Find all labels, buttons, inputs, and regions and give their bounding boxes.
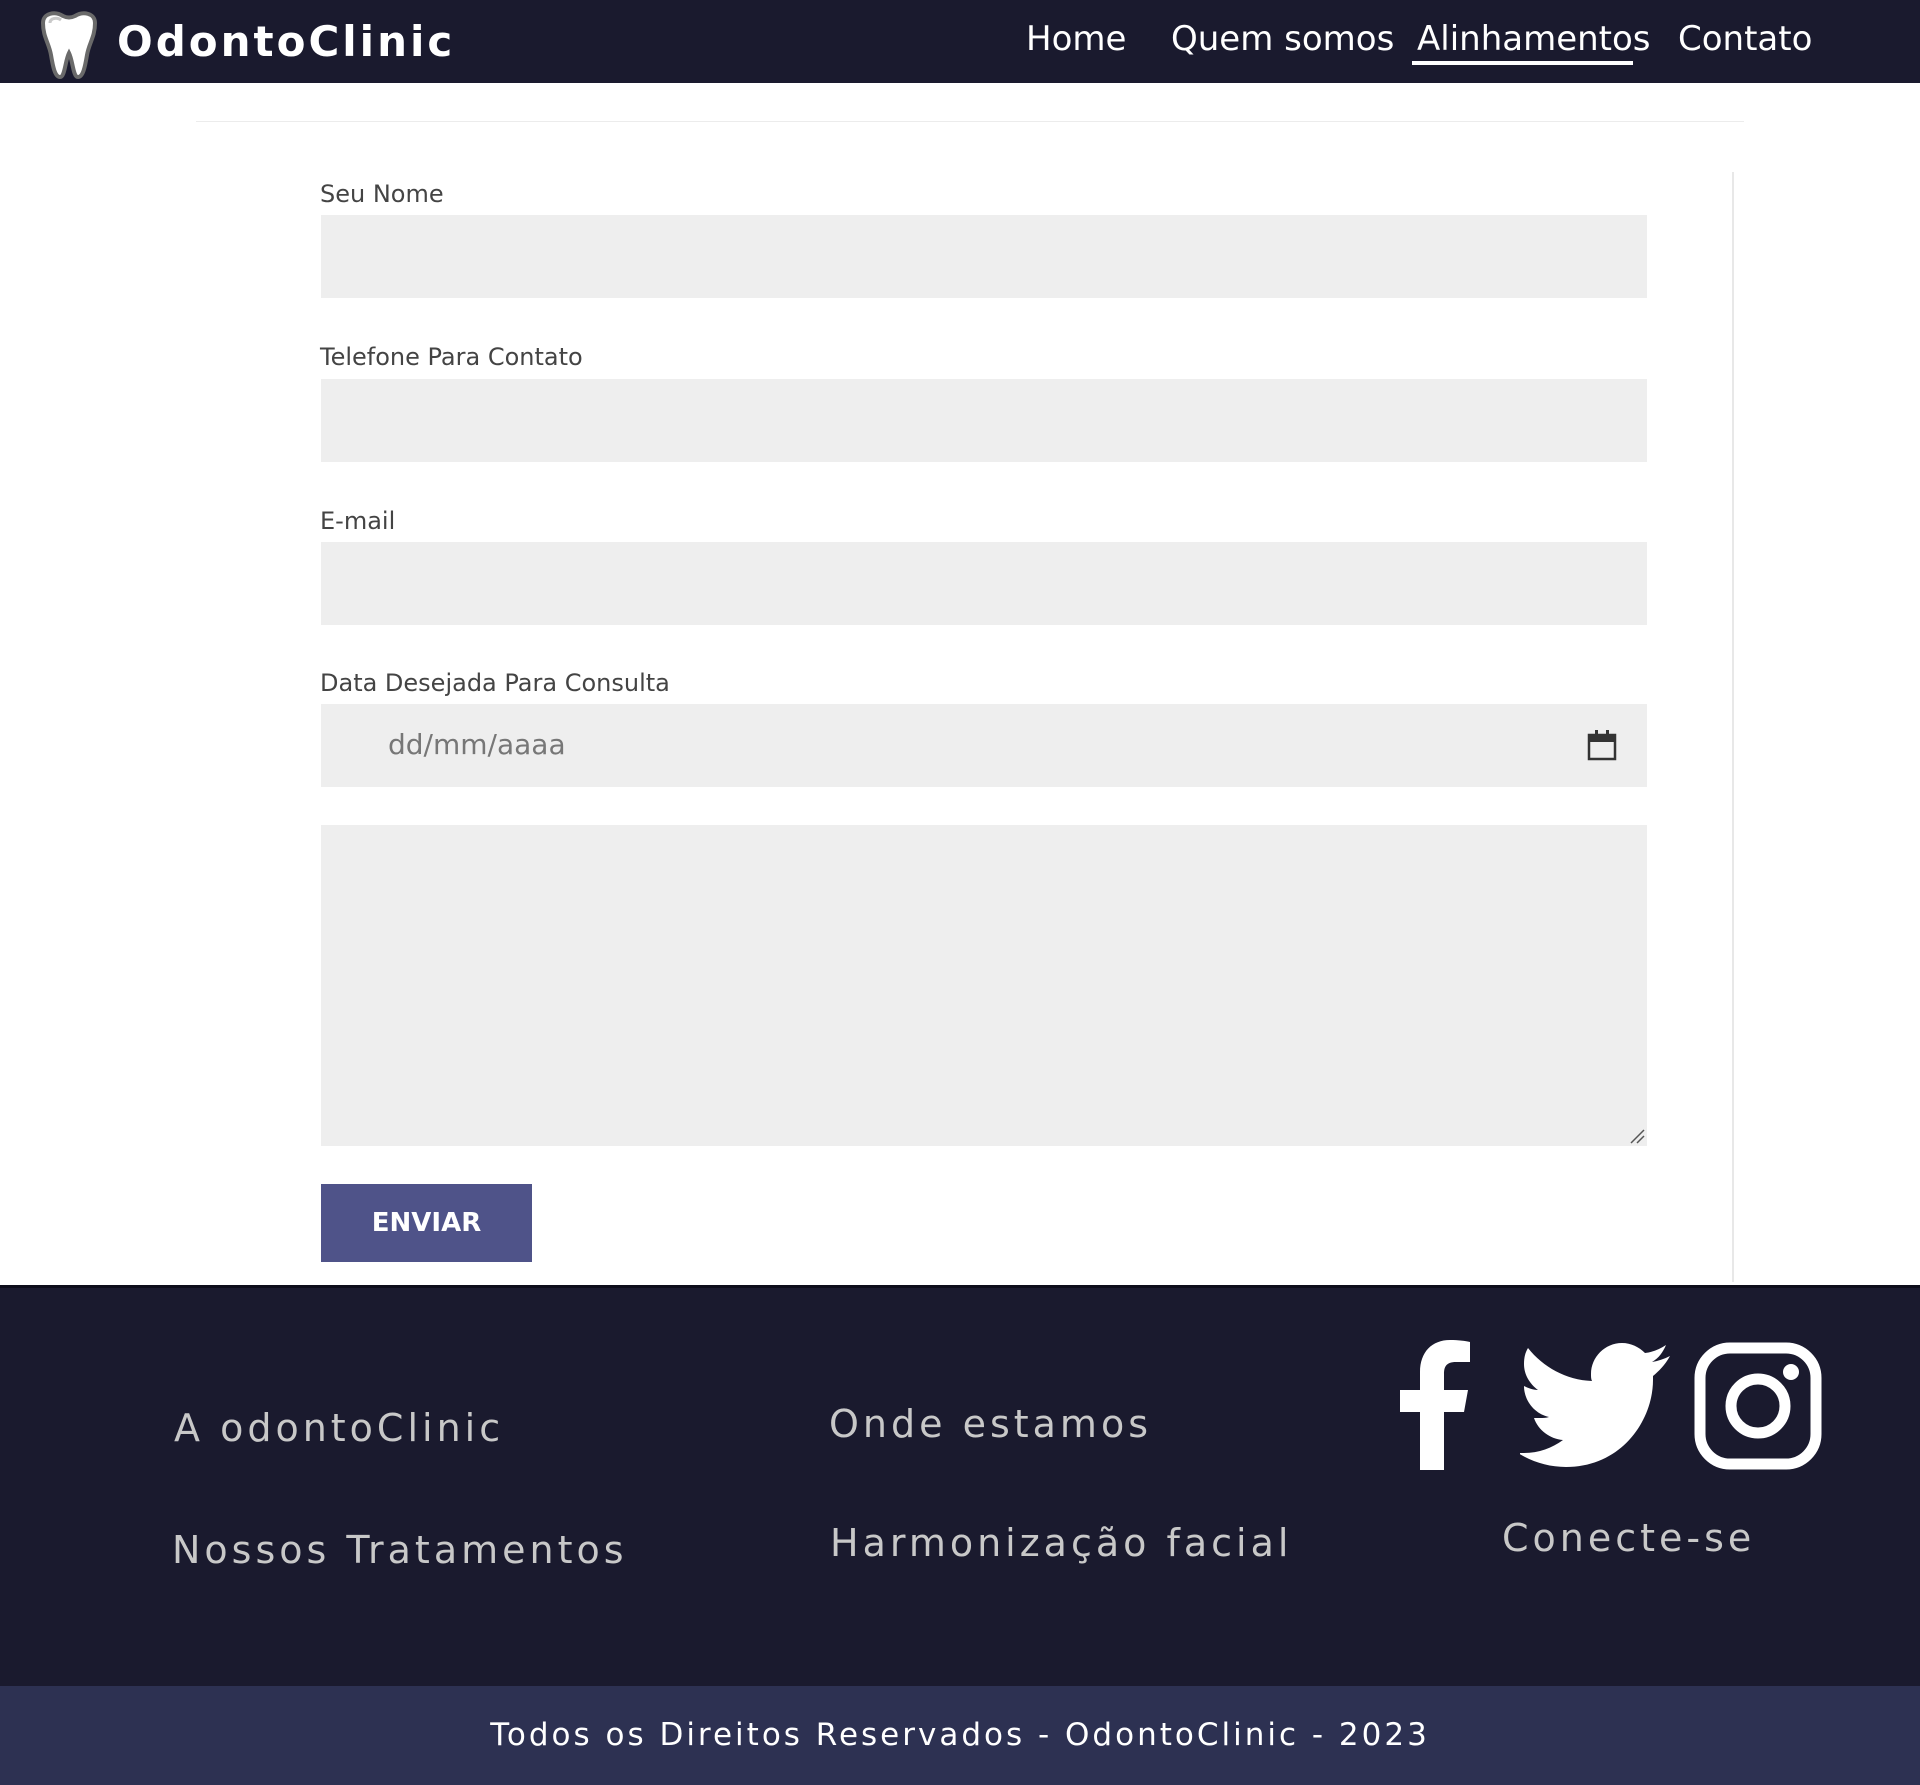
message-textarea[interactable] — [321, 825, 1647, 1146]
footer-link-harmonization[interactable]: Harmonização facial — [830, 1518, 1292, 1568]
name-input[interactable] — [321, 215, 1647, 298]
phone-input[interactable] — [321, 379, 1647, 462]
resize-handle-icon[interactable] — [1629, 1128, 1645, 1144]
date-label: Data Desejada Para Consulta — [320, 669, 670, 697]
instagram-icon[interactable] — [1694, 1342, 1822, 1470]
calendar-icon[interactable] — [1587, 729, 1617, 761]
nav-quem-somos[interactable]: Quem somos — [1171, 14, 1394, 64]
copyright-bar: Todos os Direitos Reservados - OdontoCli… — [0, 1686, 1920, 1785]
active-nav-underline — [1412, 61, 1633, 65]
form-side-divider — [1732, 172, 1734, 1282]
site-footer: A odontoClinic Nossos Tratamentos Onde e… — [0, 1285, 1920, 1686]
nav-contato[interactable]: Contato — [1678, 14, 1812, 64]
email-input[interactable] — [321, 542, 1647, 625]
nav-alinhamentos[interactable]: Alinhamentos — [1417, 14, 1651, 64]
name-label: Seu Nome — [320, 180, 444, 208]
date-input[interactable]: dd/mm/aaaa — [321, 704, 1647, 787]
facebook-icon[interactable] — [1398, 1340, 1472, 1470]
nav-home[interactable]: Home — [1026, 14, 1126, 64]
section-divider — [196, 121, 1744, 122]
phone-label: Telefone Para Contato — [320, 343, 583, 371]
connect-label: Conecte-se — [1502, 1516, 1756, 1560]
submit-button[interactable]: ENVIAR — [321, 1184, 532, 1262]
brand-name[interactable]: OdontoClinic — [117, 14, 455, 70]
email-label: E-mail — [320, 507, 396, 535]
site-header: OdontoClinic Home Quem somos Alinhamento… — [0, 0, 1920, 83]
twitter-icon[interactable] — [1520, 1342, 1670, 1470]
footer-link-location[interactable]: Onde estamos — [829, 1399, 1152, 1449]
date-placeholder: dd/mm/aaaa — [388, 728, 566, 761]
footer-link-about[interactable]: A odontoClinic — [174, 1403, 504, 1453]
tooth-logo-icon[interactable] — [33, 9, 105, 81]
footer-link-treatments[interactable]: Nossos Tratamentos — [172, 1525, 628, 1575]
